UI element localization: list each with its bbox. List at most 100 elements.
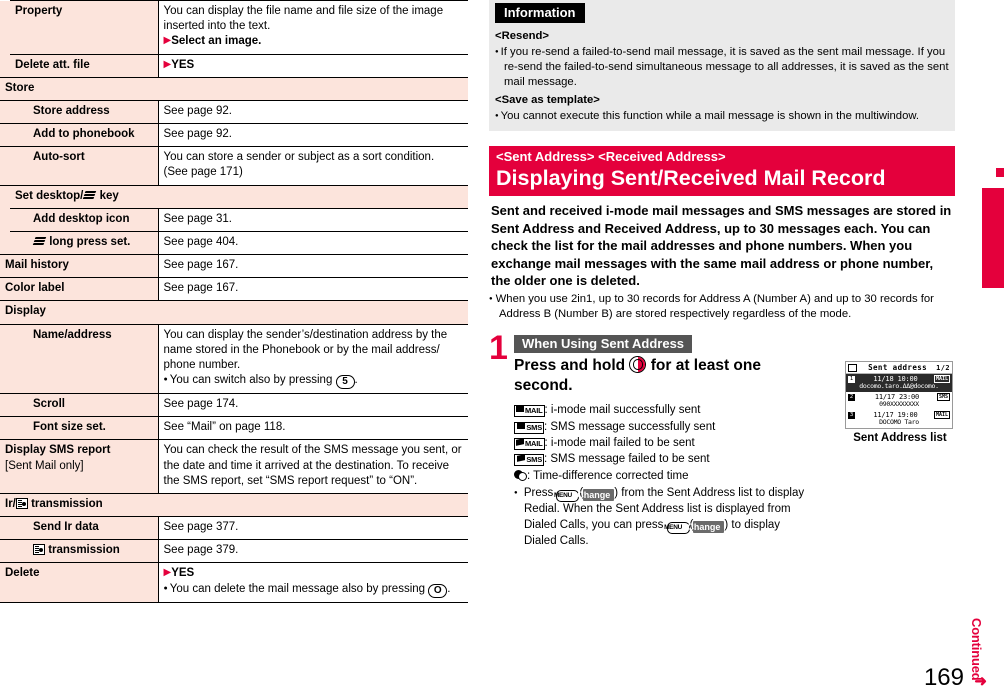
- desc-line: You can display the sender’s/destination…: [163, 328, 448, 341]
- table-row: Store address See page 92.: [0, 99, 469, 124]
- row-label-text: Name/address: [33, 328, 112, 341]
- step-tag: When Using Sent Address: [514, 335, 693, 354]
- desc-line: See page 31.: [163, 212, 232, 225]
- table-row: Property You can display the file name a…: [0, 0, 469, 55]
- desc-arrow-line: ▶Select an image.: [164, 34, 464, 49]
- table-row: long press set. See page 404.: [0, 230, 469, 255]
- indent-spacer: [0, 323, 28, 394]
- menu-key-icon: MENU: [554, 490, 580, 503]
- desktop-icon: [82, 190, 97, 200]
- table-row: Display SMS report [Sent Mail only] You …: [0, 439, 469, 494]
- table-row: Name/address You can display the sender’…: [0, 323, 469, 394]
- envelope-glyph: [516, 438, 524, 446]
- key-clear-icon: O: [428, 583, 448, 598]
- indent-spacer: [0, 231, 10, 255]
- desc-line: the SMS report, set “SMS report request”…: [163, 474, 418, 487]
- desc-line: the date and time it arrived at the dest…: [163, 459, 450, 472]
- phone-page-indicator: 1/2: [936, 363, 950, 372]
- indent-spacer: [0, 99, 28, 124]
- sms-failed-icon: SMS: [514, 454, 544, 467]
- envelope-glyph: [517, 422, 526, 429]
- table-row: Delete att. file ▶YES: [0, 53, 469, 78]
- legend-icon-text: SMS: [526, 455, 542, 465]
- legend-text: : i-mode mail successfully sent: [544, 404, 701, 417]
- legend-item: : Time-difference corrected time: [514, 468, 814, 484]
- indent-spacer: [0, 208, 10, 232]
- indent-spacer: [0, 184, 10, 209]
- time-diff-icon: [514, 469, 527, 481]
- ir-icon: [33, 544, 45, 556]
- row-label-text: transmission: [48, 544, 120, 557]
- desc-arrow-text: YES: [171, 58, 195, 71]
- legend-text: : i-mode mail failed to be sent: [544, 437, 695, 450]
- row-label: Store address: [28, 99, 159, 124]
- icon-legend: MAIL: i-mode mail successfully sent SMS:…: [514, 402, 814, 484]
- phone-list-item[interactable]: 3 11/17 19:00 MAIL DOCOMO Taro: [846, 410, 952, 428]
- table-row: Font size set. See “Mail” on page 118.: [0, 416, 469, 440]
- row-label-text: Send Ir data: [33, 521, 99, 534]
- menu-key-icon: MENU: [664, 521, 690, 534]
- row-desc: See page 92.: [157, 99, 469, 124]
- side-tab-label: Mail: [985, 215, 1002, 247]
- row-desc: See page 174.: [157, 393, 469, 417]
- list-detail: DOCOMO Taro: [879, 418, 919, 427]
- right-column: Information <Resend> If you re-send a fa…: [489, 0, 955, 549]
- indent-spacer: [0, 0, 10, 55]
- indent-spacer: [0, 539, 28, 563]
- step-number: 1: [489, 329, 508, 368]
- phone-mock: Sent address 1/2 1 11/18 10:00 MAIL doco…: [845, 361, 955, 444]
- lead-note: When you use 2in1, up to 30 records for …: [489, 292, 955, 322]
- row-label: Auto-sort: [28, 146, 159, 186]
- legend-text: : SMS message successfully sent: [544, 420, 716, 433]
- row-label-text: Font size set.: [33, 421, 106, 434]
- table-section-row: Store: [0, 76, 469, 101]
- row-label: transmission: [28, 539, 159, 563]
- sms-sent-icon: SMS: [514, 421, 544, 434]
- row-label: Delete att. file: [10, 53, 159, 78]
- phone-list-item[interactable]: 1 11/18 10:00 MAIL docomo.taro.ΔΔ@docomo…: [846, 374, 952, 393]
- indent-spacer: [0, 123, 28, 147]
- section-header: <Sent Address> <Received Address> Displa…: [489, 146, 955, 197]
- row-desc: See page 31.: [157, 207, 469, 232]
- step-note-p1: Press: [523, 487, 557, 500]
- section-label: Ir/ transmission: [0, 492, 469, 517]
- desc-arrow-line: ▶YES: [164, 566, 464, 581]
- list-detail: 090XXXXXXXX: [879, 400, 919, 409]
- row-label: Send Ir data: [28, 516, 159, 540]
- desc-arrow-text: Select an image.: [171, 35, 262, 48]
- phone-list-item[interactable]: 2 11/17 23:00 SMS 090XXXXXXXX: [846, 392, 952, 410]
- row-desc: See page 404.: [157, 230, 469, 255]
- row-label-text: Scroll: [33, 398, 65, 411]
- desc-bullet-tail: .: [354, 374, 358, 387]
- row-label: long press set.: [28, 230, 159, 255]
- legend-text: : SMS message failed to be sent: [544, 453, 710, 466]
- row-label-sub: [Sent Mail only]: [5, 459, 84, 472]
- indent-spacer: [10, 207, 28, 232]
- table-row: transmission See page 379.: [0, 539, 469, 563]
- subsection-label-post: key: [99, 189, 119, 202]
- change-softkey[interactable]: Change: [577, 489, 615, 502]
- continued-label: Continued: [969, 617, 984, 680]
- row-label: Font size set.: [28, 416, 159, 440]
- page-number: 169: [923, 664, 964, 691]
- row-label-text: Delete: [5, 567, 40, 580]
- subsection-label: Set desktop/ key: [10, 184, 469, 209]
- row-label: Delete: [0, 562, 159, 603]
- row-desc: See page 379.: [157, 539, 469, 563]
- indent-spacer: [0, 393, 28, 417]
- change-softkey[interactable]: Change: [687, 520, 725, 533]
- envelope-glyph: [517, 454, 526, 463]
- row-label: Mail history: [0, 254, 159, 278]
- row-label-text: Color label: [5, 282, 65, 295]
- step-body: When Using Sent Address Press and hold f…: [514, 335, 814, 549]
- desc-line: See page 92.: [163, 104, 232, 117]
- section-label: Display: [0, 300, 469, 325]
- row-label-text: Delete att. file: [15, 58, 90, 71]
- subsection-label-pre: Set desktop/: [15, 189, 84, 202]
- legend-item: MAIL: i-mode mail failed to be sent: [514, 435, 814, 451]
- lead-paragraph: Sent and received i-mode mail messages a…: [491, 203, 952, 288]
- center-key-icon: [629, 356, 647, 374]
- desc-line: See page 379.: [163, 544, 239, 557]
- step-instruction: Press and hold for at least one second.: [514, 356, 814, 396]
- key-5-icon: 5: [335, 375, 355, 390]
